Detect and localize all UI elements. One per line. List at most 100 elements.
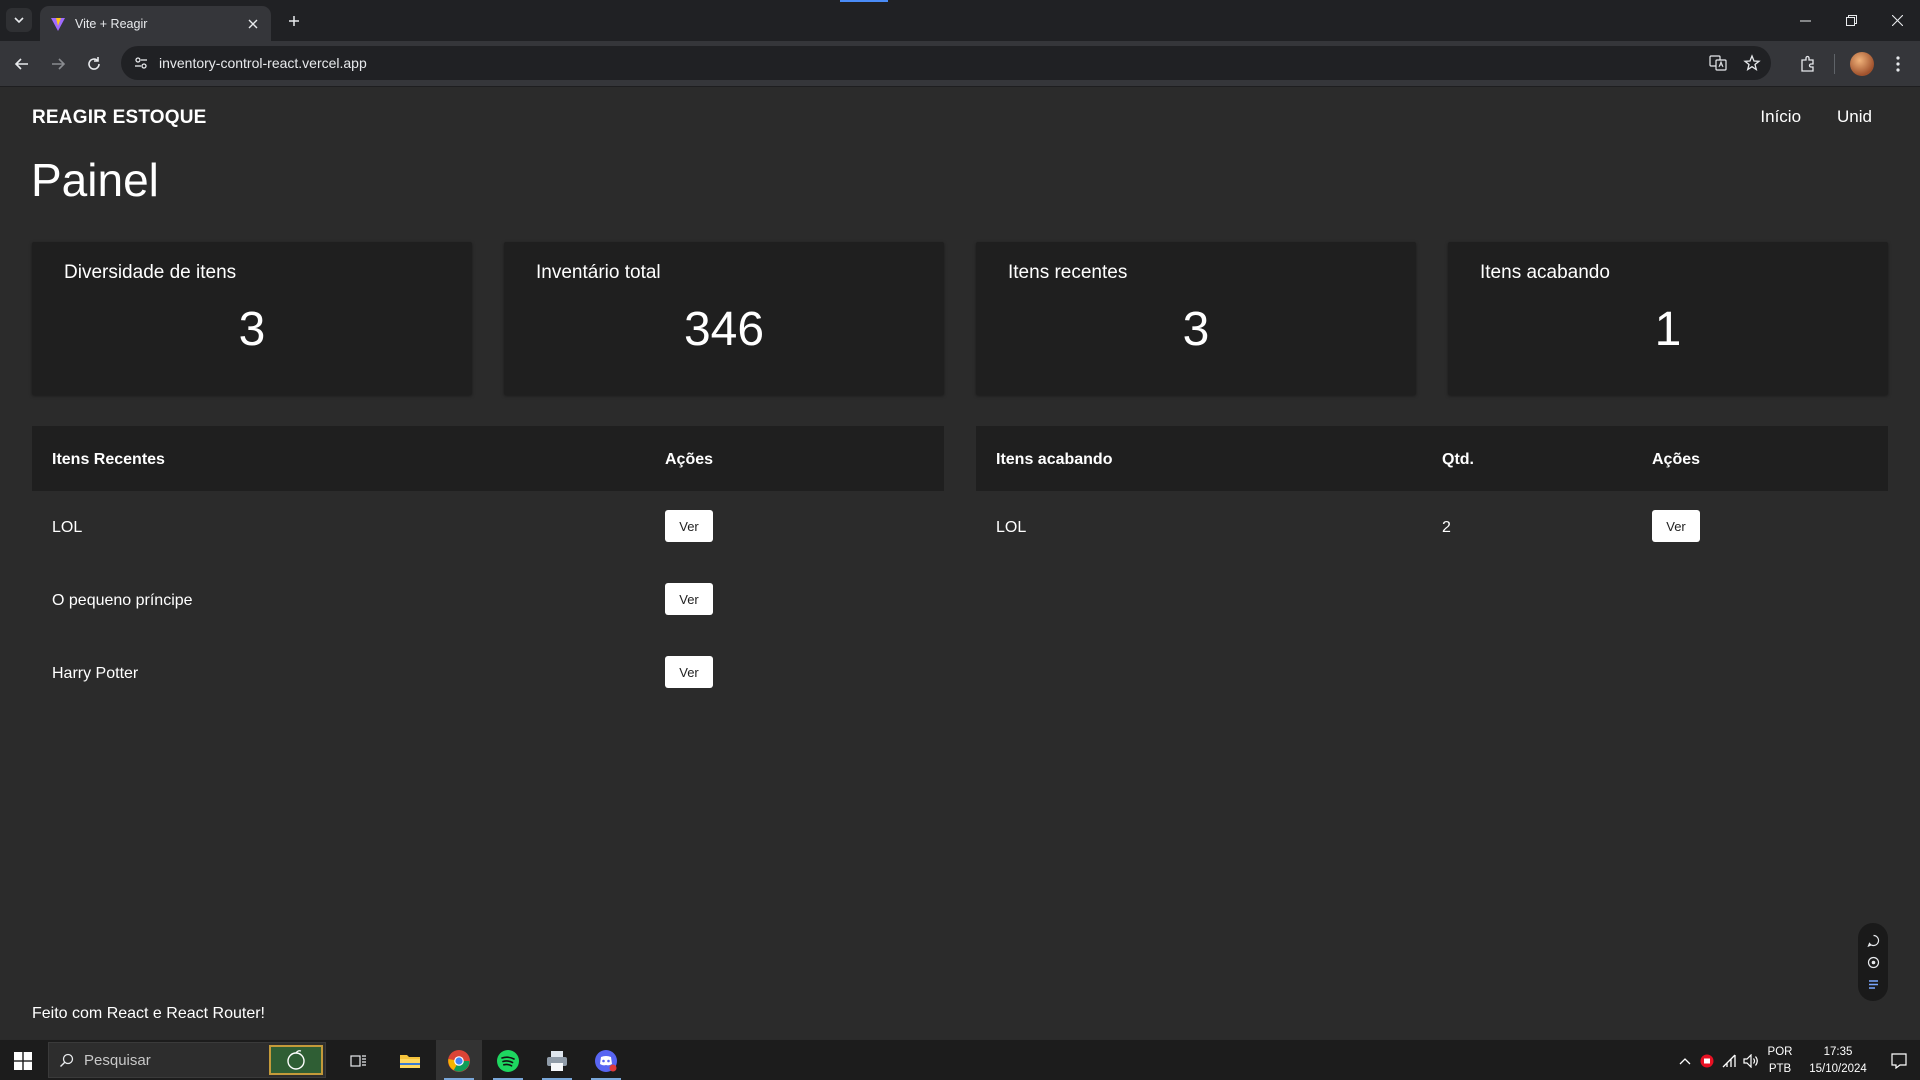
item-name: Harry Potter: [52, 665, 139, 682]
column-header-qtd: Qtd.: [1442, 451, 1474, 468]
tab-title: Vite + Reagir: [75, 16, 148, 31]
printer-app[interactable]: [534, 1040, 580, 1080]
floating-side-widget: [1858, 923, 1888, 1001]
url-text: inventory-control-react.vercel.app: [159, 55, 367, 71]
column-header-acoes: Ações: [665, 451, 714, 468]
language-indicator[interactable]: POR PTB: [1762, 1044, 1798, 1078]
tab-close-icon[interactable]: [245, 16, 261, 32]
search-highlight-image[interactable]: [269, 1045, 323, 1075]
browser-tab-active[interactable]: Vite + Reagir: [40, 6, 271, 41]
chrome-icon: [448, 1049, 470, 1072]
arrow-right-icon: [52, 58, 66, 70]
printer-icon: [547, 1050, 567, 1071]
arrow-left-icon: [14, 58, 28, 70]
stat-value: 346: [683, 303, 765, 356]
nav-link-unid[interactable]: Unid: [1837, 107, 1872, 127]
start-button[interactable]: [0, 1040, 46, 1080]
column-header-itens-acabando: Itens acabando: [996, 451, 1113, 468]
page-title: Painel: [31, 154, 159, 206]
keyboard-layout: PTB: [1768, 1062, 1792, 1075]
tab-search-button[interactable]: [6, 8, 32, 32]
page: REAGIR ESTOQUE Início Unid Painel Divers…: [0, 87, 1920, 1039]
close-window-button[interactable]: [1874, 0, 1920, 41]
site-settings-icon[interactable]: [133, 55, 149, 71]
spotify-app[interactable]: [485, 1040, 531, 1080]
close-icon: [1891, 15, 1903, 26]
chevron-down-icon: [14, 17, 24, 24]
table-header: Itens Recentes Ações: [32, 426, 944, 491]
minimize-button[interactable]: [1782, 0, 1828, 41]
top-nav: Início Unid: [1760, 107, 1872, 127]
low-stock-table: Itens acabando Qtd. Ações LOL 2 Ver: [976, 426, 1888, 564]
record-indicator-icon[interactable]: [1696, 1040, 1718, 1080]
search-icon: [60, 1053, 74, 1067]
bookmark-star-icon[interactable]: [1737, 48, 1767, 78]
browser-tabstrip: Vite + Reagir: [0, 0, 1920, 41]
view-button[interactable]: Ver: [665, 583, 713, 615]
back-button[interactable]: [10, 52, 34, 76]
focus-indicator: [840, 0, 888, 2]
stat-label: Inventário total: [536, 262, 661, 283]
item-name: LOL: [52, 519, 83, 536]
address-bar[interactable]: inventory-control-react.vercel.app: [121, 46, 1771, 80]
eye-icon[interactable]: [1865, 954, 1881, 970]
item-quantity: 2: [1442, 519, 1451, 536]
os-taskbar: Pesquisar POR PTB 17:35 15/10/2024: [0, 1039, 1920, 1080]
search-placeholder: Pesquisar: [84, 1051, 151, 1069]
profile-avatar[interactable]: [1850, 52, 1874, 76]
plus-icon: [289, 16, 299, 26]
clock-time: 17:35: [1823, 1045, 1853, 1058]
file-explorer-app[interactable]: [387, 1040, 433, 1080]
network-icon[interactable]: [1718, 1040, 1740, 1080]
reload-button[interactable]: [82, 52, 106, 76]
restore-button[interactable]: [1828, 0, 1874, 41]
stat-card-diversidade: Diversidade de itens 3: [32, 242, 472, 395]
view-button[interactable]: Ver: [665, 656, 713, 688]
discord-icon: [595, 1049, 617, 1072]
browser-toolbar: inventory-control-react.vercel.app: [0, 41, 1920, 87]
reload-icon: [88, 57, 100, 70]
window-controls: [1782, 0, 1920, 41]
table-row: Harry Potter Ver: [32, 637, 944, 710]
stat-value: 1: [1654, 303, 1682, 356]
task-view-icon: [350, 1054, 366, 1067]
view-button[interactable]: Ver: [665, 510, 713, 542]
toolbar-separator: [1834, 54, 1835, 74]
stat-value: 3: [1182, 303, 1210, 356]
notification-icon: [1891, 1052, 1907, 1069]
notification-center-button[interactable]: [1878, 1040, 1920, 1080]
footer-text: Feito com React e React Router!: [32, 1005, 265, 1022]
chrome-app[interactable]: [436, 1040, 482, 1080]
stat-label: Itens acabando: [1480, 262, 1610, 283]
extensions-icon[interactable]: [1796, 52, 1820, 76]
restore-icon: [1845, 15, 1857, 26]
chat-bubble-icon[interactable]: [1865, 932, 1881, 948]
folder-icon: [400, 1054, 420, 1068]
stat-cards: Diversidade de itens 3 Inventário total …: [32, 242, 1888, 395]
translate-icon[interactable]: [1703, 48, 1733, 78]
table-row: O pequeno príncipe Ver: [32, 564, 944, 637]
chevron-up-icon[interactable]: [1674, 1040, 1696, 1080]
clock[interactable]: 17:35 15/10/2024: [1798, 1044, 1878, 1078]
forward-button[interactable]: [46, 52, 70, 76]
nav-link-inicio[interactable]: Início: [1760, 107, 1801, 127]
system-tray: POR PTB 17:35 15/10/2024: [1674, 1040, 1920, 1080]
volume-icon[interactable]: [1740, 1040, 1762, 1080]
stat-value: 3: [238, 303, 266, 356]
discord-app[interactable]: [583, 1040, 629, 1080]
column-header-acoes: Ações: [1652, 451, 1701, 468]
new-tab-button[interactable]: [282, 9, 306, 33]
table-row: LOL Ver: [32, 491, 944, 564]
stat-card-recentes: Itens recentes 3: [976, 242, 1416, 395]
view-button[interactable]: Ver: [1652, 510, 1700, 542]
list-icon[interactable]: [1865, 976, 1881, 992]
language-code: POR: [1767, 1045, 1793, 1058]
browser-menu-icon[interactable]: [1886, 52, 1910, 76]
stat-card-acabando: Itens acabando 1: [1448, 242, 1888, 395]
taskbar-search[interactable]: Pesquisar: [48, 1042, 326, 1078]
item-name: O pequeno príncipe: [52, 592, 193, 609]
task-view-button[interactable]: [336, 1040, 382, 1080]
minimize-icon: [1799, 20, 1811, 22]
app-brand[interactable]: REAGIR ESTOQUE: [32, 107, 207, 129]
recent-items-table: Itens Recentes Ações LOL Ver O pequeno p…: [32, 426, 944, 710]
